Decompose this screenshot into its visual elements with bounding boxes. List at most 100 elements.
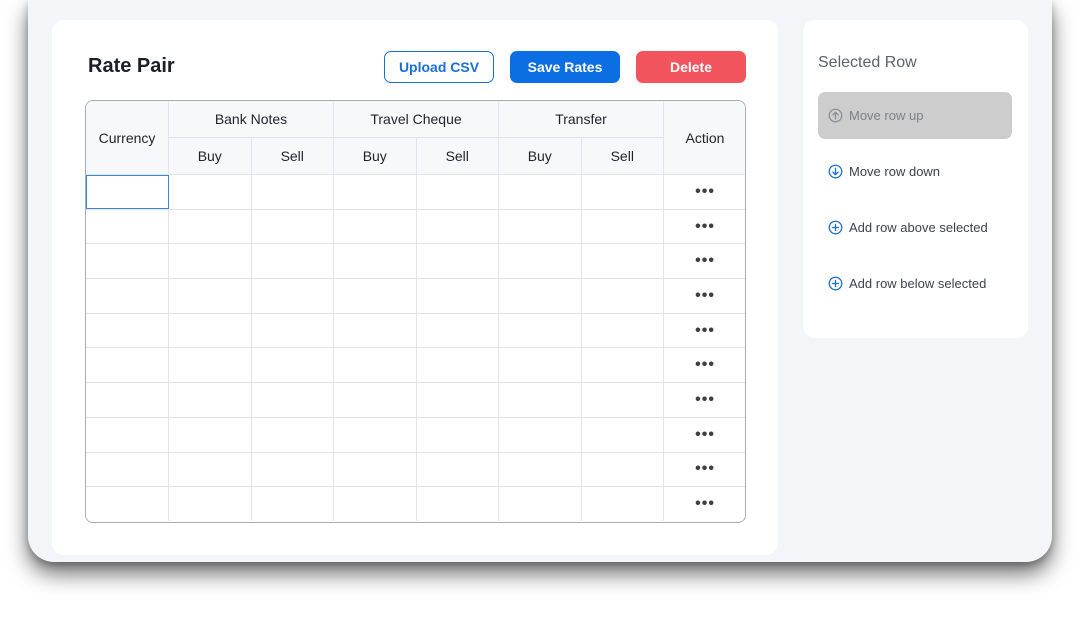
rate-cell[interactable] bbox=[580, 451, 665, 488]
rate-cell[interactable] bbox=[250, 382, 334, 418]
rate-cell[interactable] bbox=[250, 174, 334, 210]
rate-cell[interactable] bbox=[498, 312, 582, 349]
rate-cell[interactable] bbox=[498, 347, 582, 384]
rate-cell[interactable] bbox=[333, 451, 417, 488]
plus-circle-icon bbox=[828, 220, 843, 235]
delete-button[interactable]: Delete bbox=[636, 51, 746, 83]
rate-cell[interactable] bbox=[333, 382, 417, 418]
rate-cell[interactable] bbox=[168, 347, 252, 384]
rate-cell[interactable] bbox=[168, 243, 252, 280]
rate-cell[interactable] bbox=[498, 208, 582, 245]
move-row-up-label: Move row up bbox=[849, 108, 924, 123]
table-row: ••• bbox=[86, 486, 745, 521]
rate-cell[interactable] bbox=[498, 416, 582, 453]
more-options-icon[interactable]: ••• bbox=[695, 391, 715, 408]
rate-cell[interactable] bbox=[168, 208, 252, 245]
row-action-cell: ••• bbox=[663, 382, 745, 418]
rate-cell[interactable] bbox=[250, 451, 334, 488]
rate-cell[interactable] bbox=[333, 174, 417, 210]
rate-cell[interactable] bbox=[415, 174, 499, 210]
more-options-icon[interactable]: ••• bbox=[695, 356, 715, 373]
more-options-icon[interactable]: ••• bbox=[695, 287, 715, 304]
rate-cell[interactable] bbox=[168, 278, 252, 314]
more-options-icon[interactable]: ••• bbox=[695, 183, 715, 200]
rate-cell[interactable] bbox=[580, 208, 665, 245]
currency-cell[interactable] bbox=[86, 416, 169, 453]
upload-csv-button[interactable]: Upload CSV bbox=[384, 51, 494, 83]
currency-cell[interactable] bbox=[86, 174, 169, 210]
table-row: ••• bbox=[86, 451, 745, 488]
rate-cell[interactable] bbox=[580, 347, 665, 384]
add-row-above-button[interactable]: Add row above selected bbox=[818, 204, 1012, 251]
rate-cell[interactable] bbox=[250, 486, 334, 521]
add-row-below-button[interactable]: Add row below selected bbox=[818, 260, 1012, 307]
rate-cell[interactable] bbox=[168, 312, 252, 349]
rate-cell[interactable] bbox=[333, 347, 417, 384]
table-row: ••• bbox=[86, 416, 745, 453]
rate-cell[interactable] bbox=[498, 486, 582, 521]
rate-cell[interactable] bbox=[498, 174, 582, 210]
rate-cell[interactable] bbox=[415, 278, 499, 314]
currency-cell[interactable] bbox=[86, 486, 169, 521]
more-options-icon[interactable]: ••• bbox=[695, 218, 715, 235]
rate-cell[interactable] bbox=[168, 416, 252, 453]
more-options-icon[interactable]: ••• bbox=[695, 460, 715, 477]
rate-cell[interactable] bbox=[250, 208, 334, 245]
more-options-icon[interactable]: ••• bbox=[695, 322, 715, 339]
rate-cell[interactable] bbox=[580, 174, 665, 210]
save-rates-button[interactable]: Save Rates bbox=[510, 51, 620, 83]
rate-cell[interactable] bbox=[168, 486, 252, 521]
rate-cell[interactable] bbox=[580, 243, 665, 280]
rate-cell[interactable] bbox=[415, 243, 499, 280]
rate-cell[interactable] bbox=[498, 243, 582, 280]
rate-cell[interactable] bbox=[415, 486, 499, 521]
rate-cell[interactable] bbox=[415, 451, 499, 488]
rate-cell[interactable] bbox=[415, 312, 499, 349]
table-row: ••• bbox=[86, 278, 745, 314]
move-row-down-button[interactable]: Move row down bbox=[818, 148, 1012, 195]
rate-cell[interactable] bbox=[580, 416, 665, 453]
rate-cell[interactable] bbox=[498, 278, 582, 314]
rate-cell[interactable] bbox=[333, 278, 417, 314]
currency-cell[interactable] bbox=[86, 382, 169, 418]
rate-cell[interactable] bbox=[168, 382, 252, 418]
table-row: ••• bbox=[86, 208, 745, 245]
more-options-icon[interactable]: ••• bbox=[695, 495, 715, 512]
rate-cell[interactable] bbox=[250, 243, 334, 280]
rate-cell[interactable] bbox=[580, 382, 665, 418]
rate-cell[interactable] bbox=[580, 278, 665, 314]
rate-cell[interactable] bbox=[168, 451, 252, 488]
rate-cell[interactable] bbox=[333, 416, 417, 453]
currency-cell[interactable] bbox=[86, 243, 169, 280]
currency-cell[interactable] bbox=[86, 347, 169, 384]
rate-cell[interactable] bbox=[415, 208, 499, 245]
row-action-cell: ••• bbox=[663, 312, 745, 349]
rate-cell[interactable] bbox=[415, 416, 499, 453]
rate-cell[interactable] bbox=[333, 208, 417, 245]
rate-cell[interactable] bbox=[250, 278, 334, 314]
rate-cell[interactable] bbox=[250, 416, 334, 453]
rate-cell[interactable] bbox=[415, 347, 499, 384]
row-action-cell: ••• bbox=[663, 486, 745, 521]
row-action-cell: ••• bbox=[663, 174, 745, 210]
currency-cell[interactable] bbox=[86, 208, 169, 245]
currency-cell[interactable] bbox=[86, 451, 169, 488]
rate-cell[interactable] bbox=[498, 382, 582, 418]
rate-cell[interactable] bbox=[580, 486, 665, 521]
rate-cell[interactable] bbox=[333, 243, 417, 280]
currency-cell[interactable] bbox=[86, 278, 169, 314]
rate-cell[interactable] bbox=[250, 347, 334, 384]
rate-cell[interactable] bbox=[580, 312, 665, 349]
row-action-cell: ••• bbox=[663, 243, 745, 280]
rate-cell[interactable] bbox=[333, 486, 417, 521]
move-row-up-button[interactable]: Move row up bbox=[818, 92, 1012, 139]
rate-cell[interactable] bbox=[333, 312, 417, 349]
more-options-icon[interactable]: ••• bbox=[695, 426, 715, 443]
rate-cell[interactable] bbox=[415, 382, 499, 418]
rate-cell[interactable] bbox=[168, 174, 252, 210]
rate-cell[interactable] bbox=[498, 451, 582, 488]
currency-cell[interactable] bbox=[86, 312, 169, 349]
rate-cell[interactable] bbox=[250, 312, 334, 349]
more-options-icon[interactable]: ••• bbox=[695, 252, 715, 269]
table-row: ••• bbox=[86, 312, 745, 349]
